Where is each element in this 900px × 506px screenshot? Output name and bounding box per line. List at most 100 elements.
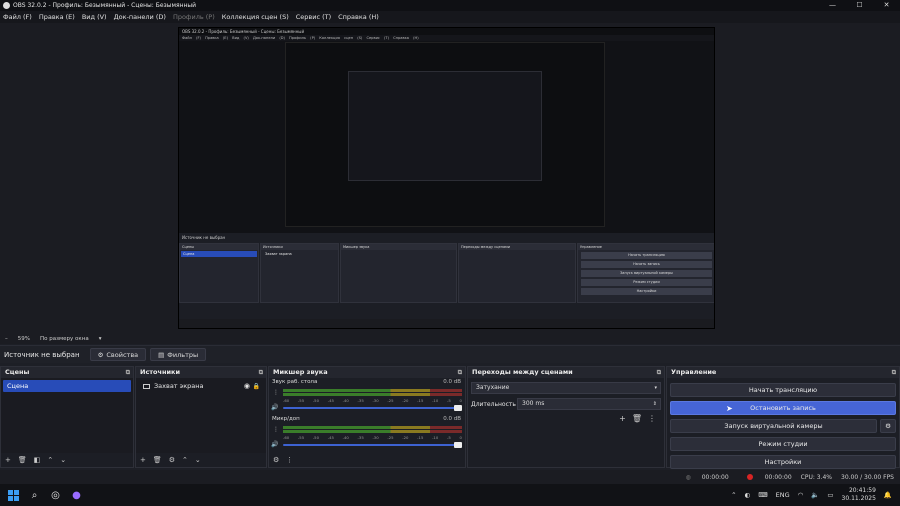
sources-list: Захват экрана ◉ 🔒 — [136, 378, 266, 453]
level-meter — [283, 389, 462, 392]
nested-dock-title: Сцены — [180, 244, 258, 250]
close-button[interactable]: ✕ — [873, 0, 900, 11]
menu-tools[interactable]: Сервис (T) — [296, 13, 331, 21]
undock-icon[interactable]: ⧉ — [126, 367, 130, 378]
nested-transitions-dock: Переходы между сценами — [458, 243, 576, 303]
minimize-button[interactable]: — — [819, 0, 846, 11]
zoom-mode-select[interactable]: По размеру окна — [40, 334, 89, 344]
eye-icon[interactable]: ◉ — [244, 381, 250, 392]
volume-handle[interactable] — [454, 405, 462, 411]
obs-taskbar-icon[interactable]: ● — [69, 488, 84, 503]
source-item[interactable]: Захват экрана ◉ 🔒 — [138, 381, 264, 392]
scene-filters-icon[interactable]: ◧ — [34, 456, 41, 464]
nested-dock-title: Переходы между сценами — [459, 244, 575, 250]
tick-label: -25 — [387, 435, 394, 440]
notification-icon[interactable]: 🔔 — [884, 491, 892, 499]
zoom-minus-icon[interactable]: – — [5, 334, 8, 344]
remove-transition-icon[interactable]: 🗑 — [632, 414, 642, 423]
window-title: OBS 32.0.2 - Профиль: Безымянный - Сцены… — [13, 2, 197, 9]
language-indicator[interactable]: ENG — [776, 491, 790, 499]
menu-bar: Файл (F) Правка (E) Вид (V) Док-панели (… — [0, 11, 900, 23]
wifi-icon[interactable]: ◠ — [798, 491, 804, 499]
filters-button[interactable]: ▤ Фильтры — [150, 348, 207, 361]
status-bar: ◍ 00:00:00 00:00:00 CPU: 3.4% 30.00 / 30… — [0, 470, 900, 484]
volume-icon[interactable]: 🔈 — [811, 491, 819, 499]
tray-app-icon[interactable]: ◐ — [745, 491, 751, 499]
speaker-icon[interactable]: 🔊 — [271, 441, 278, 448]
mixer-channel: Микр/доп 0.0 dB ⋮ -60 -55 -50 -45 -40 -35 -30-… — [269, 415, 465, 452]
menu-file[interactable]: Файл (F) — [3, 13, 32, 21]
volume-slider[interactable] — [283, 442, 462, 448]
undock-icon[interactable]: ⧉ — [458, 367, 462, 378]
more-options-icon[interactable]: ⋮ — [273, 426, 279, 433]
menu-edit[interactable]: Правка (E) — [39, 13, 75, 21]
source-toolbar: Источник не выбран ⚙ Свойства ▤ Фильтры — [0, 345, 900, 363]
more-options-icon[interactable]: ⋮ — [273, 389, 279, 396]
properties-button[interactable]: ⚙ Свойства — [89, 348, 147, 361]
chevron-down-icon[interactable]: ▾ — [99, 334, 102, 344]
studio-mode-button[interactable]: Режим студии — [670, 437, 896, 451]
start-button[interactable] — [6, 488, 21, 503]
preview-area[interactable]: OBS 32.0.2 - Профиль: Безымянный - Сцены… — [0, 23, 900, 334]
menu-docks[interactable]: Док-панели (D) — [114, 13, 166, 21]
undock-icon[interactable]: ⧉ — [259, 367, 263, 378]
tick-label: -55 — [297, 398, 305, 403]
nested-scenes-dock: Сцены Сцена — [179, 243, 259, 303]
virtual-camera-settings-icon[interactable]: ⚙ — [880, 419, 896, 433]
move-down-icon[interactable]: ⌄ — [60, 456, 66, 464]
settings-button[interactable]: Настройки — [670, 455, 896, 469]
zoom-row: – 59% По размеру окна ▾ — [0, 334, 900, 344]
speaker-icon[interactable]: 🔊 — [271, 404, 278, 411]
add-source-icon[interactable]: + — [140, 456, 146, 464]
record-dot-icon — [746, 474, 753, 480]
more-options-icon[interactable]: ⋮ — [648, 414, 656, 423]
menu-view[interactable]: Вид (V) — [82, 13, 107, 21]
move-up-icon[interactable]: ⌃ — [182, 456, 188, 464]
chevron-up-icon[interactable]: ⌃ — [731, 491, 736, 499]
scene-item[interactable]: Сцена — [3, 380, 131, 392]
more-options-icon[interactable]: ⋮ — [286, 456, 293, 464]
maximize-button[interactable]: ☐ — [846, 0, 873, 11]
transition-toolbar: + 🗑 ⋮ — [619, 414, 656, 423]
undock-icon[interactable]: ⧉ — [657, 367, 661, 378]
undock-icon[interactable]: ⧉ — [892, 367, 896, 378]
tick-label: -40 — [342, 435, 349, 440]
move-down-icon[interactable]: ⌄ — [195, 456, 201, 464]
meter-ticks: -60 -55 -50 -45 -40 -35 -30 -25 -20 -15 -10 -5 0 — [283, 398, 462, 403]
stream-time: 00:00:00 — [701, 473, 729, 481]
clock[interactable]: 20:41:59 30.11.2025 — [842, 487, 876, 503]
add-scene-icon[interactable]: + — [5, 456, 11, 464]
start-virtual-camera-button[interactable]: Запуск виртуальной камеры — [670, 419, 877, 433]
advanced-audio-icon[interactable]: ⚙ — [273, 456, 279, 464]
transitions-body: Затухание ▾ Длительность 300 ms ⇕ + 🗑 ⋮ — [468, 378, 664, 453]
duration-row: Длительность 300 ms ⇕ — [471, 398, 661, 410]
add-transition-icon[interactable]: + — [619, 414, 626, 423]
stop-recording-button[interactable]: Остановить запись — [670, 401, 896, 415]
keyboard-icon[interactable]: ⌨ — [758, 491, 767, 499]
chrome-icon[interactable]: ◎ — [48, 488, 63, 503]
search-icon[interactable]: ⌕ — [27, 488, 42, 503]
preview-canvas[interactable]: OBS 32.0.2 - Профиль: Безымянный - Сцены… — [178, 27, 715, 329]
tick-label: -45 — [327, 398, 334, 403]
remove-scene-icon[interactable]: 🗑 — [18, 456, 27, 464]
gear-icon[interactable]: ⚙ — [169, 456, 175, 464]
battery-icon[interactable]: ▭ — [827, 491, 833, 499]
tick-label: -35 — [357, 398, 364, 403]
transitions-title: Переходы между сценами — [472, 368, 573, 376]
nested-docks-area: Источник не выбран Сцены Сцена Источники… — [179, 233, 714, 328]
transition-select[interactable]: Затухание ▾ — [471, 382, 661, 394]
nested-scene-item: Сцена — [181, 251, 257, 257]
clock-time: 20:41:59 — [848, 487, 876, 494]
remove-source-icon[interactable]: 🗑 — [153, 456, 162, 464]
spin-arrows-icon[interactable]: ⇕ — [653, 399, 657, 409]
clock-date: 30.11.2025 — [841, 495, 876, 502]
duration-spinbox[interactable]: 300 ms ⇕ — [517, 398, 661, 410]
lock-icon[interactable]: 🔒 — [253, 381, 260, 392]
nested-menu: Файл (F) Правка (E) Вид (V) Док-панели (… — [179, 35, 714, 41]
move-up-icon[interactable]: ⌃ — [47, 456, 53, 464]
start-streaming-button[interactable]: Начать трансляцию — [670, 383, 896, 397]
volume-handle[interactable] — [454, 442, 462, 448]
volume-slider[interactable] — [283, 405, 462, 411]
menu-help[interactable]: Справка (H) — [338, 13, 379, 21]
menu-scene-collection[interactable]: Коллекция сцен (S) — [222, 13, 289, 21]
